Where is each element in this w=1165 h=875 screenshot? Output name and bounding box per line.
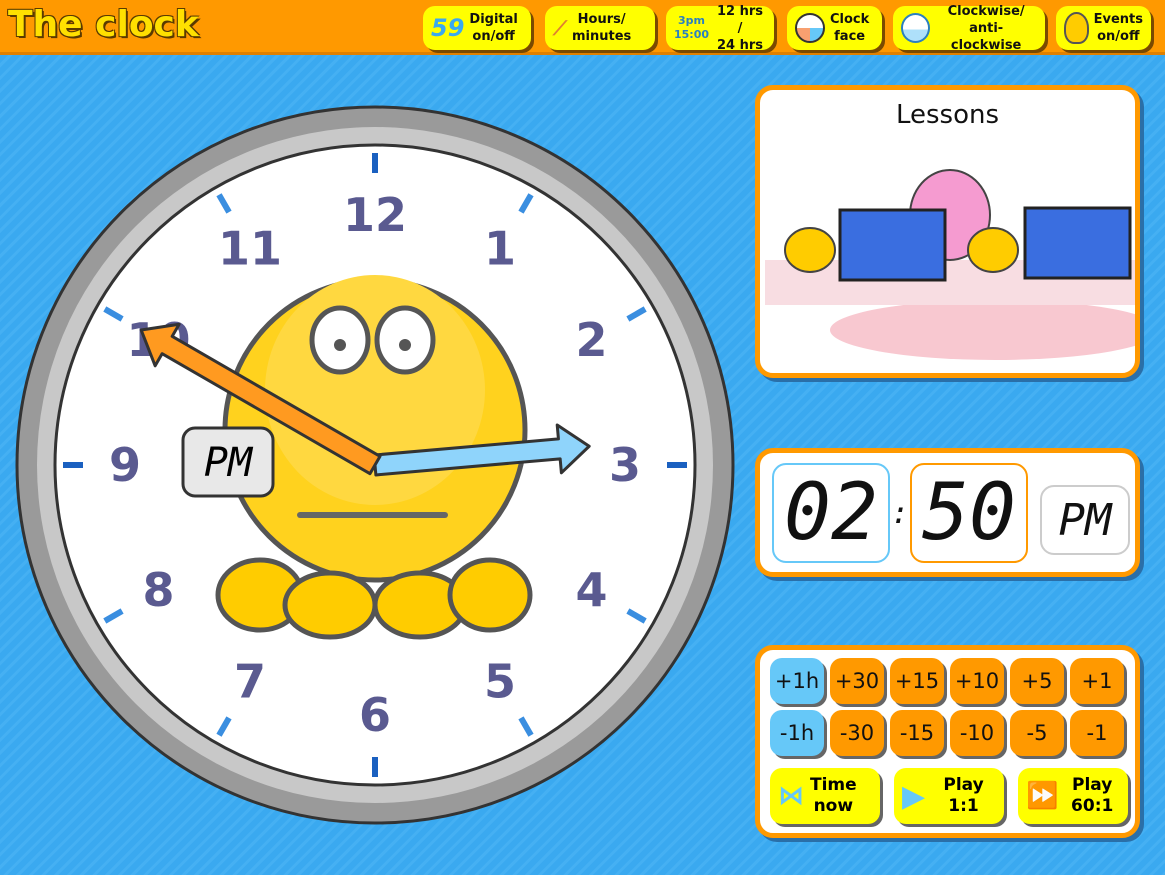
digital-toggle-button[interactable]: 59 Digital on/off (423, 6, 531, 50)
label: face (834, 29, 866, 44)
play-60-1-button[interactable]: ⏩ Play 60:1 (1018, 768, 1128, 824)
label: Digital (469, 12, 518, 27)
clock-number: 9 (109, 438, 141, 492)
digital-display-panel: 02 : 50 PM (755, 448, 1140, 577)
clockwise-button[interactable]: Clockwise/anti-clockwise (893, 3, 1045, 53)
clock-number: 11 (218, 221, 282, 275)
ampm-label: PM (204, 440, 254, 486)
digital-59-icon: 59 (431, 13, 465, 42)
12-24-hours-button[interactable]: 3pm 15:00 12 hrs /24 hrs (666, 3, 774, 53)
label: on/off (472, 29, 515, 44)
hands-icon: ⟋ (553, 15, 567, 40)
clock-number: 8 (142, 563, 174, 617)
label: Time (810, 775, 857, 795)
lessons-illustration (765, 169, 1135, 360)
label: minutes (572, 29, 632, 44)
label: Clockwise/ (947, 3, 1025, 19)
label: Hours/ (577, 12, 626, 27)
label: 24 hrs (716, 37, 764, 53)
clock-face-button[interactable]: Clock face (787, 6, 882, 50)
ampm-badge: PM (181, 426, 275, 498)
top-bar: The clock 59 Digital on/off ⟋ Hours/minutes… (0, 0, 1165, 55)
digital-separator: : (890, 495, 910, 531)
clock-number: 1 (484, 221, 516, 275)
play-icon: ▶ (902, 778, 926, 814)
controls-panel: +1h +30 +15 +10 +5 +1 -1h -30 -15 -10 -5 -1 ⋈ Time no… (755, 645, 1140, 838)
adjust-button[interactable]: +10 (950, 658, 1004, 704)
lessons-title: Lessons (895, 100, 1000, 130)
character-icon (1064, 12, 1089, 44)
label: Play (1072, 775, 1113, 795)
clock-number: 5 (484, 655, 516, 709)
label: now (813, 796, 854, 816)
adjust-button[interactable]: -5 (1010, 710, 1064, 756)
clock-number: 7 (234, 655, 266, 709)
label: 60:1 (1071, 796, 1114, 816)
clock-face-icon (795, 13, 825, 43)
adjust-button[interactable]: -1 (1070, 710, 1124, 756)
fast-forward-icon: ⏩ (1026, 780, 1059, 811)
label: anti-clockwise (950, 20, 1022, 53)
time-now-icon: ⋈ (778, 780, 804, 811)
adjust-button[interactable]: +1 (1070, 658, 1124, 704)
adjust-button[interactable]: -10 (950, 710, 1004, 756)
clock-number: 6 (359, 688, 391, 742)
label: 1:1 (948, 796, 979, 816)
clock-number: 2 (575, 313, 607, 367)
events-toggle-button[interactable]: Events on/off (1056, 6, 1151, 50)
adjust-button[interactable]: +15 (890, 658, 944, 704)
digital-hours[interactable]: 02 (772, 463, 890, 563)
label: Events (1093, 12, 1143, 27)
clock-number: 4 (575, 563, 607, 617)
gauge-icon (901, 13, 931, 43)
label: Play (943, 775, 984, 795)
adjust-button[interactable]: +1h (770, 658, 824, 704)
time-now-button[interactable]: ⋈ Time now (770, 768, 880, 824)
label: Clock (830, 12, 870, 27)
adjust-button[interactable]: -30 (830, 710, 884, 756)
digital-ampm[interactable]: PM (1040, 485, 1130, 555)
label: on/off (1097, 29, 1140, 44)
hours-minutes-button[interactable]: ⟋ Hours/minutes (545, 6, 655, 50)
3pm-15-00-icon: 3pm 15:00 (674, 14, 710, 41)
adjust-button[interactable]: -1h (770, 710, 824, 756)
label: 12 hrs / (716, 3, 764, 36)
clock-number: 3 (609, 438, 641, 492)
play-1-1-button[interactable]: ▶ Play 1:1 (894, 768, 1004, 824)
adjust-button[interactable]: +30 (830, 658, 884, 704)
adjust-button[interactable]: -15 (890, 710, 944, 756)
lessons-panel[interactable]: Lessons (755, 85, 1140, 378)
digital-minutes[interactable]: 50 (910, 463, 1028, 563)
clock-number: 12 (343, 188, 407, 242)
analog-clock[interactable]: 121234567891011 PM (0, 90, 750, 840)
app-title: The clock (8, 4, 199, 45)
adjust-button[interactable]: +5 (1010, 658, 1064, 704)
